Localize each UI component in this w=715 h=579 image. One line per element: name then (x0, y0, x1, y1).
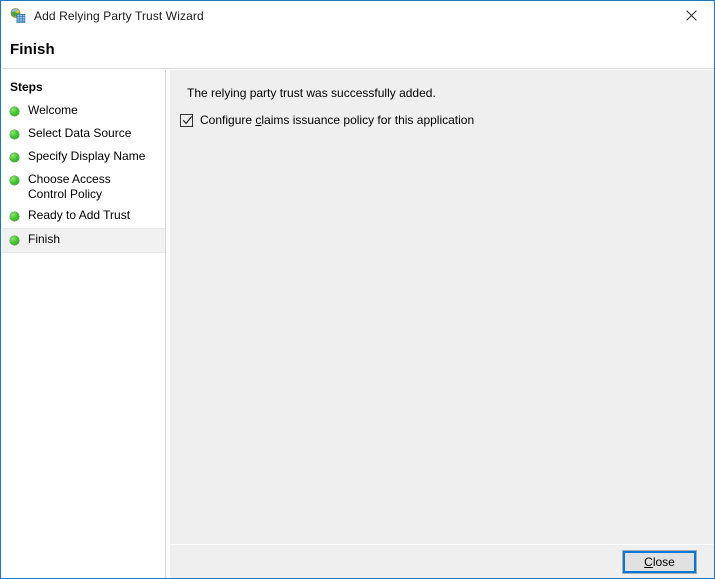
sidebar-item-label: Welcome (28, 103, 78, 117)
sidebar-item-finish[interactable]: Finish (2, 228, 165, 253)
adfs-globe-server-icon (10, 8, 26, 24)
close-icon[interactable] (668, 1, 714, 30)
step-bullet-icon (10, 107, 19, 116)
configure-claims-policy-checkbox[interactable] (180, 113, 193, 127)
sidebar-item-choose-access-control-policy[interactable]: Choose Access Control Policy (2, 169, 165, 205)
window-title: Add Relying Party Trust Wizard (34, 9, 204, 23)
steps-sidebar: Steps Welcome Select Data Source Specify… (2, 70, 166, 578)
sidebar-item-label: Choose Access Control Policy (28, 172, 111, 201)
sidebar-item-label: Specify Display Name (28, 149, 146, 163)
sidebar-item-welcome[interactable]: Welcome (2, 100, 165, 123)
title-bar: Add Relying Party Trust Wizard (1, 1, 714, 31)
sidebar-item-ready-to-add-trust[interactable]: Ready to Add Trust (2, 205, 165, 228)
configure-claims-policy-checkbox-row[interactable]: Configure claims issuance policy for thi… (180, 113, 474, 127)
sidebar-item-label: Finish (28, 232, 61, 246)
step-bullet-icon (10, 130, 19, 139)
sidebar-item-label: Select Data Source (28, 126, 132, 140)
step-bullet-icon (10, 176, 19, 185)
close-button-accelerator: C (644, 555, 653, 569)
step-bullet-icon (10, 153, 19, 162)
step-bullet-icon (10, 212, 19, 221)
claims-label-suffix: laims issuance policy for this applicati… (261, 113, 475, 127)
steps-heading: Steps (10, 80, 43, 94)
header-band: Finish (2, 31, 714, 69)
close-button[interactable]: Close (622, 550, 697, 574)
wizard-window: Add Relying Party Trust Wizard Finish St… (0, 0, 715, 579)
sidebar-item-select-data-source[interactable]: Select Data Source (2, 123, 165, 146)
close-button-label: lose (652, 555, 675, 569)
step-bullet-icon (10, 236, 19, 245)
claims-label-prefix: Configure (200, 113, 256, 127)
content-pane: The relying party trust was successfully… (170, 70, 714, 544)
configure-claims-policy-label: Configure claims issuance policy for thi… (200, 113, 474, 127)
sidebar-item-specify-display-name[interactable]: Specify Display Name (2, 146, 165, 169)
success-message: The relying party trust was successfully… (187, 86, 436, 100)
sidebar-item-label: Ready to Add Trust (28, 208, 131, 222)
footer-bar: Close (170, 545, 714, 578)
page-title: Finish (10, 41, 55, 58)
